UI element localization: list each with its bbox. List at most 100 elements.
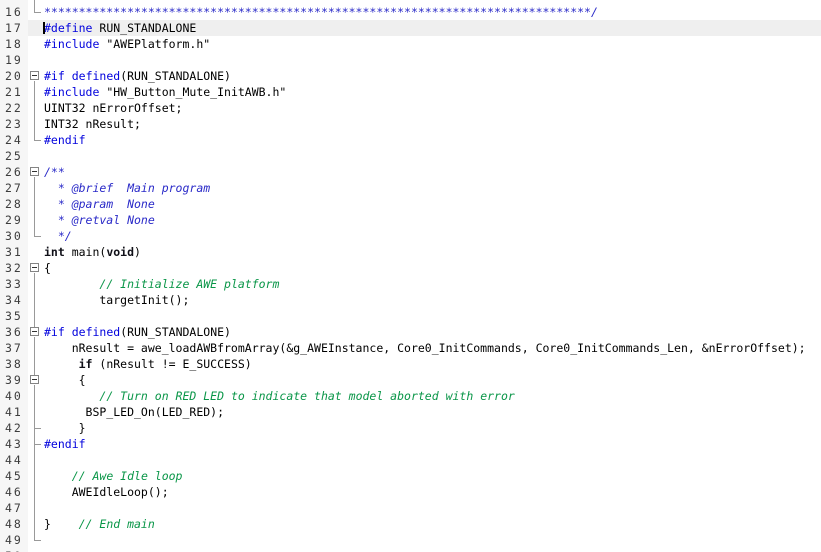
line-number[interactable]: 36 xyxy=(0,324,28,340)
line-number[interactable]: 19 xyxy=(0,52,28,68)
code-text: * @param None xyxy=(42,196,821,212)
code-line[interactable]: 21 #include "HW_Button_Mute_InitAWB.h" xyxy=(0,84,821,100)
line-number[interactable]: 49 xyxy=(0,532,28,548)
line-number[interactable]: 47 xyxy=(0,500,28,516)
code-line[interactable]: 38 if (nResult != E_SUCCESS) xyxy=(0,356,821,372)
code-line[interactable]: 32 { xyxy=(0,260,821,276)
code-line[interactable]: 50 xyxy=(0,548,821,552)
code-line[interactable]: 27 * @brief Main program xyxy=(0,180,821,196)
fold-margin xyxy=(28,36,42,52)
code-line[interactable]: 17 #define RUN_STANDALONE xyxy=(0,20,821,36)
fold-margin[interactable] xyxy=(28,68,42,84)
code-segment-txt xyxy=(44,469,72,483)
fold-margin xyxy=(28,84,42,100)
code-line[interactable]: 36 #if defined(RUN_STANDALONE) xyxy=(0,324,821,340)
line-number[interactable]: 16 xyxy=(0,4,28,20)
code-line[interactable]: 43 #endif xyxy=(0,436,821,452)
code-line[interactable]: 42 } xyxy=(0,420,821,436)
code-line[interactable]: 46 AWEIdleLoop(); xyxy=(0,484,821,500)
fold-collapse-box[interactable] xyxy=(30,167,39,176)
line-number[interactable]: 46 xyxy=(0,484,28,500)
code-segment-txt xyxy=(65,325,72,339)
line-number[interactable]: 32 xyxy=(0,260,28,276)
code-line[interactable]: 18 #include "AWEPlatform.h" xyxy=(0,36,821,52)
line-number[interactable]: 33 xyxy=(0,276,28,292)
line-number[interactable]: 34 xyxy=(0,292,28,308)
line-number[interactable]: 25 xyxy=(0,148,28,164)
line-number[interactable]: 39 xyxy=(0,372,28,388)
line-number[interactable]: 27 xyxy=(0,180,28,196)
code-line[interactable]: 45 // Awe Idle loop xyxy=(0,468,821,484)
line-number[interactable]: 26 xyxy=(0,164,28,180)
code-line[interactable]: 25 xyxy=(0,148,821,164)
line-number[interactable]: 48 xyxy=(0,516,28,532)
line-number[interactable]: 35 xyxy=(0,308,28,324)
line-number[interactable]: 31 xyxy=(0,244,28,260)
fold-margin xyxy=(28,532,42,548)
line-number[interactable]: 38 xyxy=(0,356,28,372)
fold-margin xyxy=(28,196,42,212)
line-number[interactable]: 40 xyxy=(0,388,28,404)
line-number[interactable]: 21 xyxy=(0,84,28,100)
line-number[interactable]: 37 xyxy=(0,340,28,356)
code-line[interactable]: 29 * @retval None xyxy=(0,212,821,228)
code-text: * @brief Main program xyxy=(42,180,821,196)
code-line[interactable]: 23 INT32 nResult; xyxy=(0,116,821,132)
code-line[interactable]: 39 { xyxy=(0,372,821,388)
code-lines-container: 15 16 **********************************… xyxy=(0,0,821,552)
code-segment-doc: ****************************************… xyxy=(44,5,598,19)
code-segment-doc: */ xyxy=(44,229,72,243)
line-number[interactable]: 43 xyxy=(0,436,28,452)
line-number[interactable]: 24 xyxy=(0,132,28,148)
line-number[interactable]: 30 xyxy=(0,228,28,244)
code-line[interactable]: 48 } // End main xyxy=(0,516,821,532)
code-line[interactable]: 22 UINT32 nErrorOffset; xyxy=(0,100,821,116)
code-line[interactable]: 16 *************************************… xyxy=(0,4,821,20)
code-line[interactable]: 49 xyxy=(0,532,821,548)
line-number[interactable]: 17 xyxy=(0,20,28,36)
line-number[interactable]: 44 xyxy=(0,452,28,468)
code-line[interactable]: 34 targetInit(); xyxy=(0,292,821,308)
code-line[interactable]: 19 xyxy=(0,52,821,68)
code-segment-kw: if xyxy=(79,357,93,371)
line-number[interactable]: 23 xyxy=(0,116,28,132)
fold-margin xyxy=(28,452,42,468)
line-number[interactable]: 18 xyxy=(0,36,28,52)
code-text: AWEIdleLoop(); xyxy=(42,484,821,500)
code-line[interactable]: 37 nResult = awe_loadAWBfromArray(&g_AWE… xyxy=(0,340,821,356)
code-line[interactable]: 28 * @param None xyxy=(0,196,821,212)
fold-margin xyxy=(28,516,42,532)
line-number[interactable]: 41 xyxy=(0,404,28,420)
code-line[interactable]: 20 #if defined(RUN_STANDALONE) xyxy=(0,68,821,84)
fold-collapse-box[interactable] xyxy=(30,375,39,384)
fold-collapse-box[interactable] xyxy=(30,263,39,272)
line-number[interactable]: 45 xyxy=(0,468,28,484)
line-number[interactable]: 22 xyxy=(0,100,28,116)
fold-margin[interactable] xyxy=(28,324,42,340)
code-line[interactable]: 41 BSP_LED_On(LED_RED); xyxy=(0,404,821,420)
code-line[interactable]: 26 /** xyxy=(0,164,821,180)
code-line[interactable]: 44 xyxy=(0,452,821,468)
line-number[interactable]: 29 xyxy=(0,212,28,228)
line-number[interactable]: 50 xyxy=(0,548,28,552)
code-segment-pp: #endif xyxy=(44,133,86,147)
fold-margin[interactable] xyxy=(28,260,42,276)
code-line[interactable]: 31 int main(void) xyxy=(0,244,821,260)
line-number[interactable]: 42 xyxy=(0,420,28,436)
line-number[interactable]: 20 xyxy=(0,68,28,84)
fold-margin xyxy=(28,468,42,484)
code-segment-txt: { xyxy=(44,373,86,387)
code-line[interactable]: 47 xyxy=(0,500,821,516)
code-line[interactable]: 35 xyxy=(0,308,821,324)
code-line[interactable]: 24 #endif xyxy=(0,132,821,148)
fold-collapse-box[interactable] xyxy=(30,327,39,336)
code-editor[interactable]: 15 16 **********************************… xyxy=(0,0,821,552)
code-segment-txt: nResult = awe_loadAWBfromArray(&g_AWEIns… xyxy=(44,341,806,355)
code-line[interactable]: 33 // Initialize AWE platform xyxy=(0,276,821,292)
code-line[interactable]: 40 // Turn on RED LED to indicate that m… xyxy=(0,388,821,404)
line-number[interactable]: 28 xyxy=(0,196,28,212)
fold-margin[interactable] xyxy=(28,164,42,180)
fold-collapse-box[interactable] xyxy=(30,71,39,80)
code-line[interactable]: 30 */ xyxy=(0,228,821,244)
fold-margin[interactable] xyxy=(28,372,42,388)
